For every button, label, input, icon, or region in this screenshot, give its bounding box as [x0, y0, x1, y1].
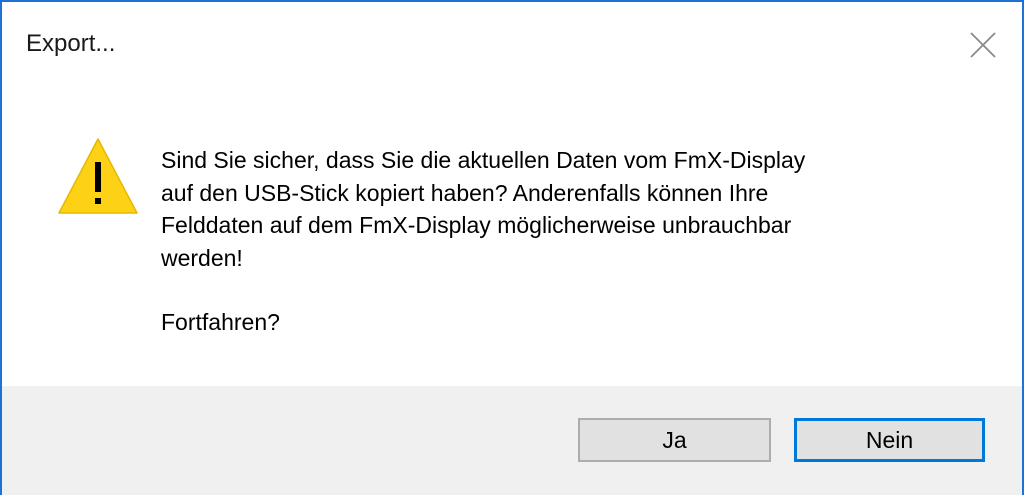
- close-button[interactable]: [968, 30, 998, 60]
- close-icon: [970, 32, 996, 58]
- export-dialog: Export... Sind Sie sicher, dass Sie die …: [0, 0, 1024, 495]
- button-bar: Ja Nein: [2, 386, 1022, 495]
- confirm-question: Fortfahren?: [161, 309, 280, 335]
- window-title: Export...: [26, 30, 116, 57]
- no-button[interactable]: Nein: [794, 418, 985, 462]
- message-line: auf den USB-Stick kopiert haben? Anderen…: [161, 179, 769, 206]
- dialog-content: Sind Sie sicher, dass Sie die aktuellen …: [2, 86, 1022, 386]
- title-bar: Export...: [2, 2, 1022, 86]
- message-line: werden!: [161, 244, 243, 271]
- yes-button[interactable]: Ja: [578, 418, 771, 462]
- warning-icon: [56, 136, 140, 216]
- message-line: Felddaten auf dem FmX-Display möglicherw…: [161, 212, 792, 238]
- message-text: Sind Sie sicher, dass Sie die aktuellen …: [161, 144, 981, 339]
- message-line: Sind Sie sicher, dass Sie die aktuellen …: [161, 147, 806, 173]
